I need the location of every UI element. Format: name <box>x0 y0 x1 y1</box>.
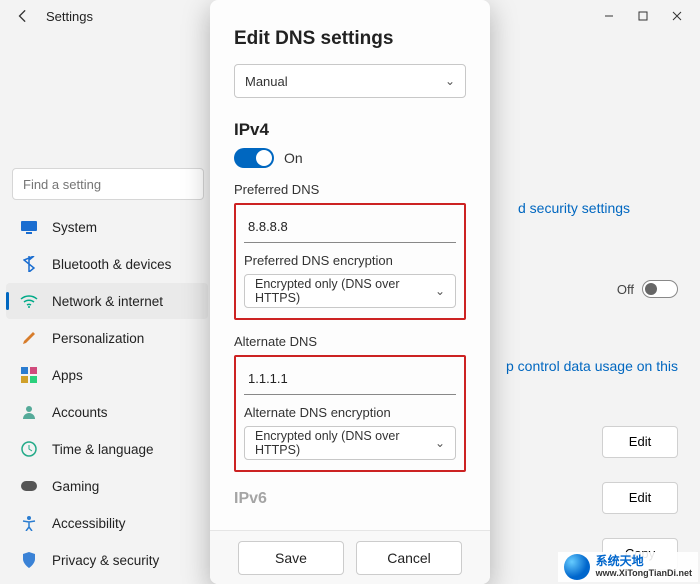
toggle-row: Off <box>617 280 678 298</box>
ipv4-heading: IPv4 <box>234 120 466 140</box>
watermark-text: 系统天地 <box>596 555 692 568</box>
wifi-icon <box>20 292 38 310</box>
sidebar: System Bluetooth & devices Network & int… <box>0 32 214 584</box>
nav-label: Accessibility <box>52 516 126 531</box>
watermark: 系统天地 www.XiTongTianDi.net <box>558 552 698 582</box>
accessibility-icon <box>20 514 38 532</box>
sidebar-item-accounts[interactable]: Accounts <box>6 394 208 430</box>
alternate-encryption-select[interactable]: Encrypted only (DNS over HTTPS) ⌄ <box>244 426 456 460</box>
select-value: Manual <box>245 74 288 89</box>
chevron-down-icon: ⌄ <box>435 436 445 450</box>
edit-dns-modal: Edit DNS settings Manual ⌄ IPv4 On Prefe… <box>210 0 490 584</box>
alternate-dns-label: Alternate DNS <box>234 334 466 349</box>
nav-label: Personalization <box>52 331 144 346</box>
window-title: Settings <box>46 9 93 24</box>
sidebar-item-personalisation[interactable]: Personalization <box>6 320 208 356</box>
preferred-dns-label: Preferred DNS <box>234 182 466 197</box>
highlight-box-alternate: Alternate DNS encryption Encrypted only … <box>234 355 466 472</box>
nav-label: Privacy & security <box>52 553 159 568</box>
off-label: Off <box>617 282 634 297</box>
preferred-dns-input[interactable] <box>244 211 456 243</box>
save-button[interactable]: Save <box>238 541 344 575</box>
clock-globe-icon <box>20 440 38 458</box>
sidebar-item-system[interactable]: System <box>6 209 208 245</box>
sidebar-item-time[interactable]: Time & language <box>6 431 208 467</box>
nav-label: Bluetooth & devices <box>52 257 171 272</box>
maximize-icon <box>638 11 648 21</box>
window-controls <box>592 2 694 30</box>
edit-button-2[interactable]: Edit <box>602 482 678 514</box>
back-button[interactable] <box>6 2 40 30</box>
sidebar-item-gaming[interactable]: Gaming <box>6 468 208 504</box>
globe-icon <box>564 554 590 580</box>
toggle-state-label: On <box>284 150 303 166</box>
arrow-left-icon <box>16 9 30 23</box>
security-settings-link[interactable]: d security settings <box>518 200 630 216</box>
nav-label: Apps <box>52 368 83 383</box>
highlight-box-preferred: Preferred DNS encryption Encrypted only … <box>234 203 466 320</box>
select-value: Encrypted only (DNS over HTTPS) <box>255 429 435 457</box>
preferred-encryption-select[interactable]: Encrypted only (DNS over HTTPS) ⌄ <box>244 274 456 308</box>
alternate-dns-input[interactable] <box>244 363 456 395</box>
search-input-wrap[interactable] <box>12 168 204 200</box>
data-usage-link[interactable]: p control data usage on this <box>506 358 678 374</box>
nav-label: Gaming <box>52 479 99 494</box>
sidebar-item-bluetooth[interactable]: Bluetooth & devices <box>6 246 208 282</box>
select-value: Encrypted only (DNS over HTTPS) <box>255 277 435 305</box>
gaming-icon <box>20 477 38 495</box>
monitor-icon <box>20 218 38 236</box>
bluetooth-icon <box>20 255 38 273</box>
nav-list: System Bluetooth & devices Network & int… <box>0 208 214 584</box>
edit-button-1[interactable]: Edit <box>602 426 678 458</box>
maximize-button[interactable] <box>626 2 660 30</box>
nav-label: Accounts <box>52 405 108 420</box>
close-icon <box>672 11 682 21</box>
preferred-enc-label: Preferred DNS encryption <box>244 253 456 268</box>
ipv4-toggle-row: On <box>234 148 466 168</box>
modal-footer: Save Cancel <box>210 530 490 584</box>
alternate-enc-label: Alternate DNS encryption <box>244 405 456 420</box>
sidebar-item-network[interactable]: Network & internet <box>6 283 208 319</box>
sidebar-item-apps[interactable]: Apps <box>6 357 208 393</box>
nav-label: Time & language <box>52 442 154 457</box>
brush-icon <box>20 329 38 347</box>
cancel-button[interactable]: Cancel <box>356 541 462 575</box>
close-button[interactable] <box>660 2 694 30</box>
sidebar-item-update[interactable]: Windows Update <box>6 579 208 584</box>
chevron-down-icon: ⌄ <box>445 74 455 88</box>
search-input[interactable] <box>13 169 203 199</box>
chevron-down-icon: ⌄ <box>435 284 445 298</box>
toggle-switch-off[interactable] <box>642 280 678 298</box>
user-icon <box>20 403 38 421</box>
apps-icon <box>20 366 38 384</box>
ipv4-toggle[interactable] <box>234 148 274 168</box>
shield-icon <box>20 551 38 569</box>
watermark-url: www.XiTongTianDi.net <box>596 569 692 579</box>
dns-mode-select[interactable]: Manual ⌄ <box>234 64 466 98</box>
nav-label: System <box>52 220 97 235</box>
ipv6-heading: IPv6 <box>234 490 466 508</box>
sidebar-item-privacy[interactable]: Privacy & security <box>6 542 208 578</box>
sidebar-item-accessibility[interactable]: Accessibility <box>6 505 208 541</box>
minimize-icon <box>604 11 614 21</box>
minimize-button[interactable] <box>592 2 626 30</box>
modal-title: Edit DNS settings <box>234 28 466 50</box>
nav-label: Network & internet <box>52 294 163 309</box>
